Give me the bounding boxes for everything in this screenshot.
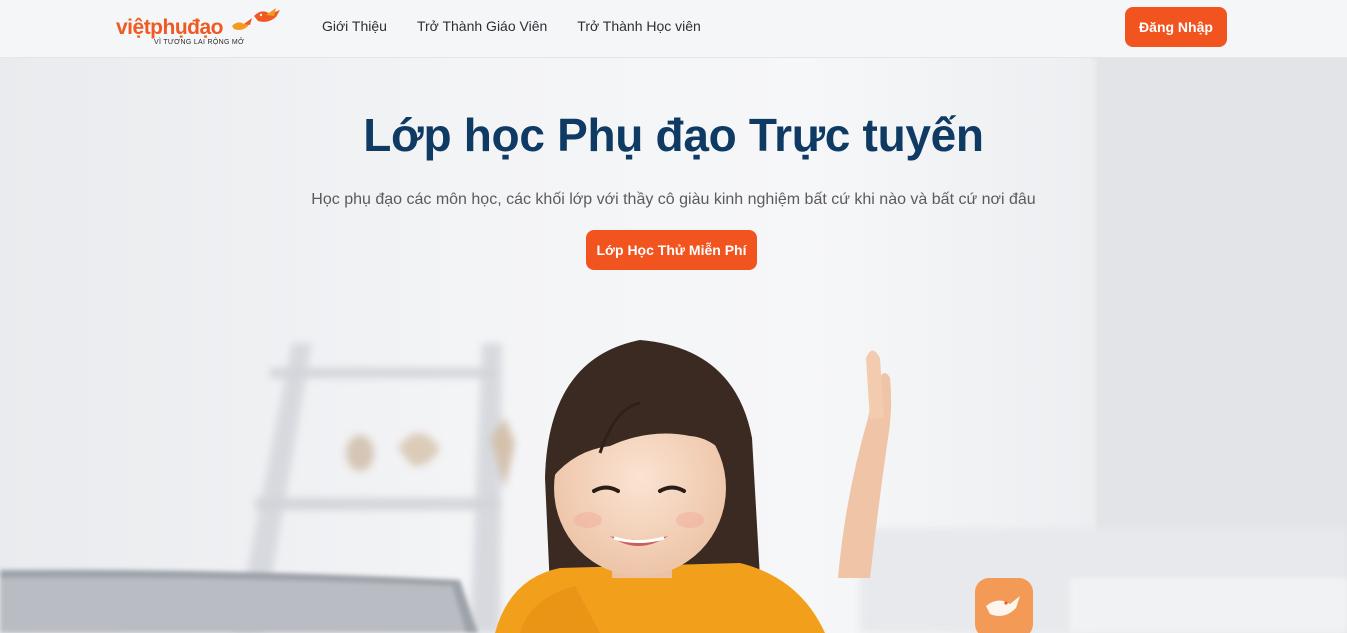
nav-item-tro-thanh-giao-vien[interactable]: Trở Thành Giáo Viên [417, 18, 547, 34]
free-trial-class-button[interactable]: Lớp Học Thử Miễn Phí [586, 230, 757, 270]
main-nav: Giới Thiệu Trở Thành Giáo Viên Trở Thành… [322, 18, 701, 34]
birds-logo-icon [232, 8, 280, 30]
hero-subtitle: Học phụ đạo các môn học, các khối lớp vớ… [311, 191, 1036, 208]
nav-item-tro-thanh-hoc-vien[interactable]: Trở Thành Học viên [577, 18, 701, 34]
hero-title: Lớp học Phụ đạo Trực tuyến [363, 109, 984, 161]
login-button[interactable]: Đăng Nhập [1125, 7, 1227, 47]
brand-logo[interactable]: việtphụđạo VÌ TƯƠNG LAI RỘNG MỞ [116, 6, 286, 50]
site-header: việtphụđạo VÌ TƯƠNG LAI RỘNG MỞ Giới Thi… [0, 0, 1347, 58]
hero-section: Lớp học Phụ đạo Trực tuyến Học phụ đạo c… [0, 58, 1347, 633]
brand-wordmark: việtphụđạo [116, 16, 224, 39]
nav-item-gioi-thieu[interactable]: Giới Thiệu [322, 18, 387, 34]
brand-tagline: VÌ TƯƠNG LAI RỘNG MỞ [154, 39, 245, 46]
